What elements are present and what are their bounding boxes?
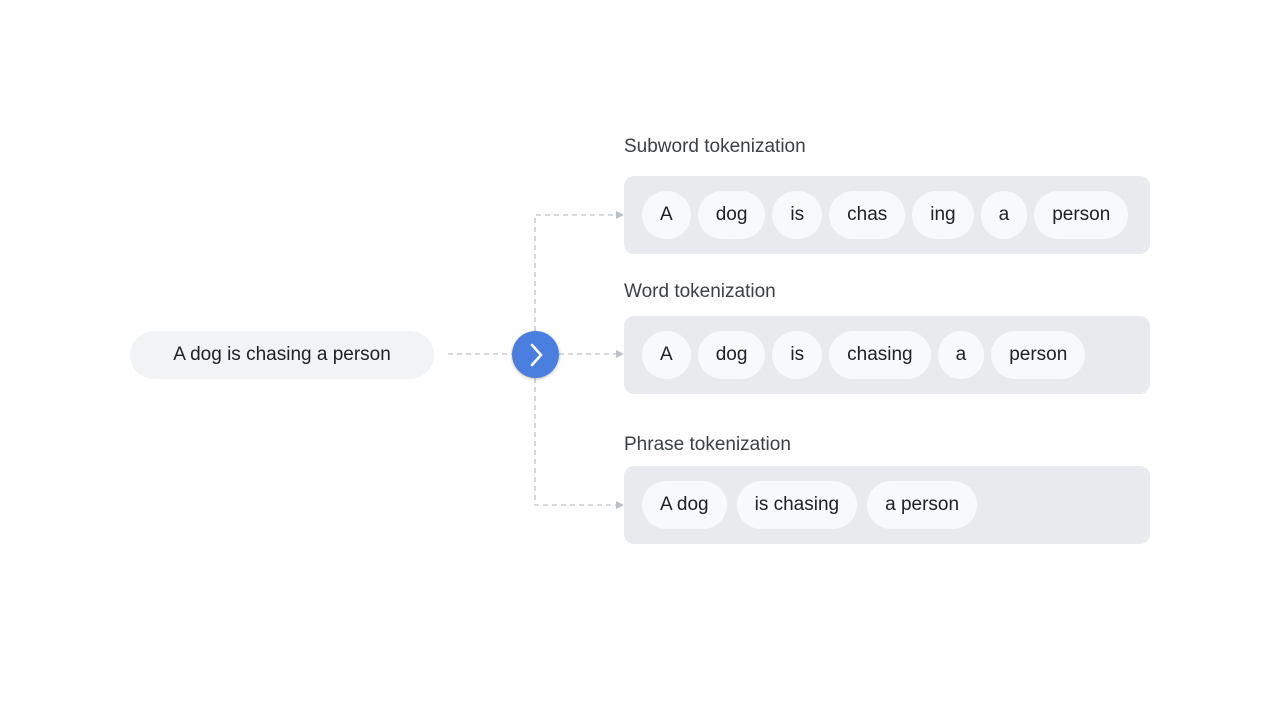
chevron-right-icon bbox=[530, 343, 543, 366]
token: ing bbox=[912, 191, 974, 239]
connector-subword bbox=[534, 214, 616, 331]
token: chasing bbox=[829, 331, 931, 379]
token: A bbox=[642, 191, 691, 239]
word-label: Word tokenization bbox=[624, 281, 776, 302]
token: dog bbox=[697, 331, 766, 379]
process-button[interactable] bbox=[512, 331, 559, 378]
token: a person bbox=[867, 481, 978, 529]
token: chas bbox=[829, 191, 906, 239]
word-panel: Adog is chasing a person bbox=[624, 316, 1150, 394]
token: A bbox=[642, 331, 691, 379]
arrowhead-icon bbox=[616, 350, 624, 358]
token: is bbox=[772, 331, 823, 379]
token: A dog bbox=[642, 481, 727, 529]
subword-panel: Adog is chas ing a person bbox=[624, 176, 1150, 254]
arrowhead-icon bbox=[616, 501, 624, 509]
token: a bbox=[980, 191, 1028, 239]
token: dog bbox=[697, 191, 766, 239]
token: person bbox=[1034, 191, 1129, 239]
phrase-label: Phrase tokenization bbox=[624, 434, 791, 455]
token: is chasing bbox=[736, 481, 858, 529]
subword-label: Subword tokenization bbox=[624, 136, 806, 157]
connector-phrase bbox=[534, 378, 616, 506]
token: is bbox=[772, 191, 823, 239]
token: a bbox=[937, 331, 985, 379]
phrase-panel: A dog is chasing a person bbox=[624, 466, 1150, 544]
arrowhead-icon bbox=[616, 211, 624, 219]
input-sentence: A dog is chasing a person bbox=[130, 331, 434, 379]
token: person bbox=[991, 331, 1086, 379]
